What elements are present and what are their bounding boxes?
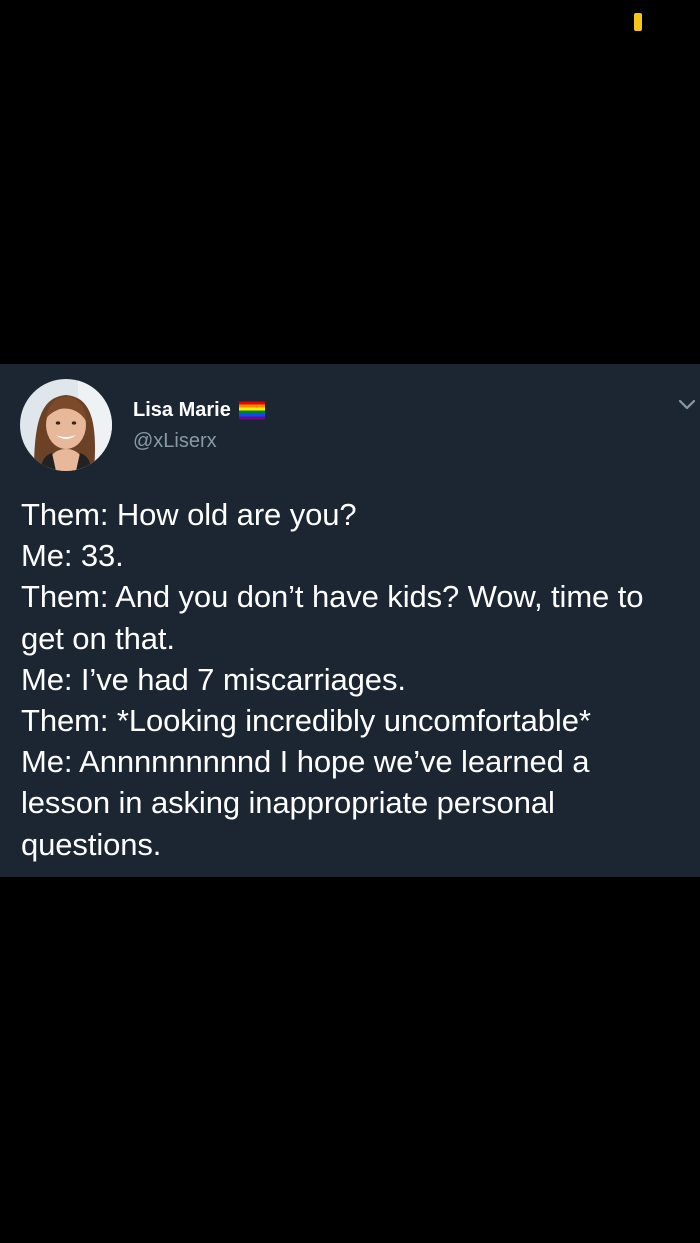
chevron-down-icon[interactable]: [676, 393, 698, 415]
status-indicator: [634, 13, 642, 31]
tweet-text: Them: How old are you? Me: 33. Them: And…: [21, 497, 644, 862]
avatar[interactable]: [20, 379, 112, 471]
display-name[interactable]: Lisa Marie: [133, 397, 231, 423]
user-info: Lisa Marie @xLiserx: [133, 397, 265, 454]
user-handle[interactable]: @xLiserx: [133, 428, 265, 454]
avatar-image: [20, 379, 112, 471]
rainbow-flag-icon: [238, 401, 265, 420]
tweet-card[interactable]: Lisa Marie @xLiserx Them: How old are yo…: [0, 364, 700, 877]
display-name-row: Lisa Marie: [133, 397, 265, 423]
